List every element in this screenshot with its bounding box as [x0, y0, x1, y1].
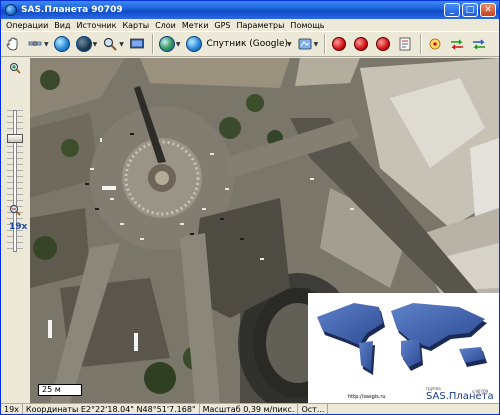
- zoom-icon: [104, 37, 117, 51]
- menu-gps[interactable]: GPS: [211, 21, 233, 30]
- sas-logo: группа v.90709 SAS.Планета http://sasgis…: [308, 293, 499, 403]
- globe-button[interactable]: [52, 34, 72, 54]
- world-button[interactable]: [157, 34, 177, 54]
- zoom-dropdown-arrow[interactable]: ▼: [119, 41, 124, 48]
- route-icon: [451, 39, 464, 50]
- marker-button[interactable]: [329, 34, 349, 54]
- marker-icon: [332, 37, 347, 51]
- menu-marks[interactable]: Метки: [179, 21, 212, 30]
- close-button[interactable]: ✕: [480, 3, 496, 17]
- menu-help[interactable]: Помощь: [287, 21, 327, 30]
- marker-add-icon: [354, 37, 369, 51]
- zoom-panel: 19x: [1, 58, 30, 403]
- layers-dropdown-arrow[interactable]: ▼: [314, 41, 319, 48]
- menu-layers[interactable]: Слои: [152, 21, 179, 30]
- satellite-icon: [28, 41, 42, 46]
- status-coordinates: Координаты E2°22'18.04" N48°51'7.168": [23, 404, 200, 414]
- menu-source[interactable]: Источник: [74, 21, 120, 30]
- dark-globe-button[interactable]: [74, 34, 94, 54]
- satellite-dropdown-arrow[interactable]: ▼: [44, 41, 49, 48]
- logo-url: http://sasgis.ru: [348, 394, 386, 400]
- app-globe-icon: [5, 4, 17, 16]
- status-zoom: 19x: [1, 404, 23, 414]
- gps-icon: [429, 38, 441, 50]
- status-bar: 19x Координаты E2°22'18.04" N48°51'7.168…: [1, 403, 499, 414]
- screen-button[interactable]: [127, 34, 147, 54]
- edit-button[interactable]: [395, 34, 415, 54]
- layers-icon: [298, 38, 312, 50]
- scale-bar: 25 м: [38, 384, 82, 396]
- toolbar-separator: [324, 34, 327, 54]
- zoom-tool-button[interactable]: [100, 34, 120, 54]
- status-remaining: Ост...: [298, 404, 329, 414]
- menu-settings[interactable]: Параметры: [234, 21, 288, 30]
- toolbar-separator: [151, 34, 154, 54]
- window-title: SAS.Планета 90709: [21, 5, 123, 15]
- zoom-slider-thumb[interactable]: [7, 133, 23, 143]
- map-source-globe-button[interactable]: [184, 34, 204, 54]
- menu-maps[interactable]: Карты: [119, 21, 152, 30]
- menu-bar: Операции Вид Источник Карты Слои Метки G…: [1, 19, 499, 31]
- title-bar: SAS.Планета 90709 _ □ ✕: [1, 1, 499, 19]
- marker-delete-button[interactable]: [373, 34, 393, 54]
- world-map-logo-icon: [317, 303, 487, 375]
- maximize-button[interactable]: □: [462, 3, 478, 17]
- track-icon: [473, 39, 486, 50]
- screen-icon: [129, 38, 144, 49]
- map-view[interactable]: 25 м группа v.90709 SAS.Планета http://s…: [30, 58, 499, 403]
- dark-globe-icon: [75, 36, 92, 52]
- route-button[interactable]: [447, 34, 467, 54]
- marker-delete-icon: [376, 37, 391, 51]
- zoom-level-label: 19x: [9, 222, 28, 232]
- map-source-label[interactable]: Спутник (Google): [207, 39, 289, 49]
- status-scale: Масштаб 0,39 м/пикс.: [200, 404, 299, 414]
- pan-tool-button[interactable]: [3, 34, 23, 54]
- menu-view[interactable]: Вид: [51, 21, 73, 30]
- map-source-globe-icon: [185, 36, 202, 52]
- satellite-button[interactable]: [25, 34, 45, 54]
- edit-icon: [399, 37, 411, 51]
- app-window: SAS.Планета 90709 _ □ ✕ Операции Вид Ист…: [0, 0, 500, 415]
- world-icon: [158, 36, 175, 52]
- minimize-button[interactable]: _: [444, 3, 460, 17]
- dark-globe-dropdown-arrow[interactable]: ▼: [93, 41, 98, 48]
- toolbar: ▼ ▼ ▼ ▼ Спутник (Google) ▼ ▼: [1, 31, 499, 57]
- gps-button[interactable]: [425, 34, 445, 54]
- menu-operations[interactable]: Операции: [3, 21, 51, 30]
- layers-button[interactable]: [295, 34, 315, 54]
- world-dropdown-arrow[interactable]: ▼: [176, 41, 181, 48]
- hand-icon: [6, 37, 18, 51]
- zoom-in-icon[interactable]: [9, 62, 21, 74]
- globe-icon: [53, 36, 70, 52]
- toolbar-separator: [420, 34, 423, 54]
- track-button[interactable]: [469, 34, 489, 54]
- logo-name: SAS.Планета: [426, 391, 494, 402]
- map-source-dropdown-arrow[interactable]: ▼: [287, 41, 292, 48]
- marker-add-button[interactable]: [351, 34, 371, 54]
- zoom-out-icon[interactable]: [9, 204, 21, 216]
